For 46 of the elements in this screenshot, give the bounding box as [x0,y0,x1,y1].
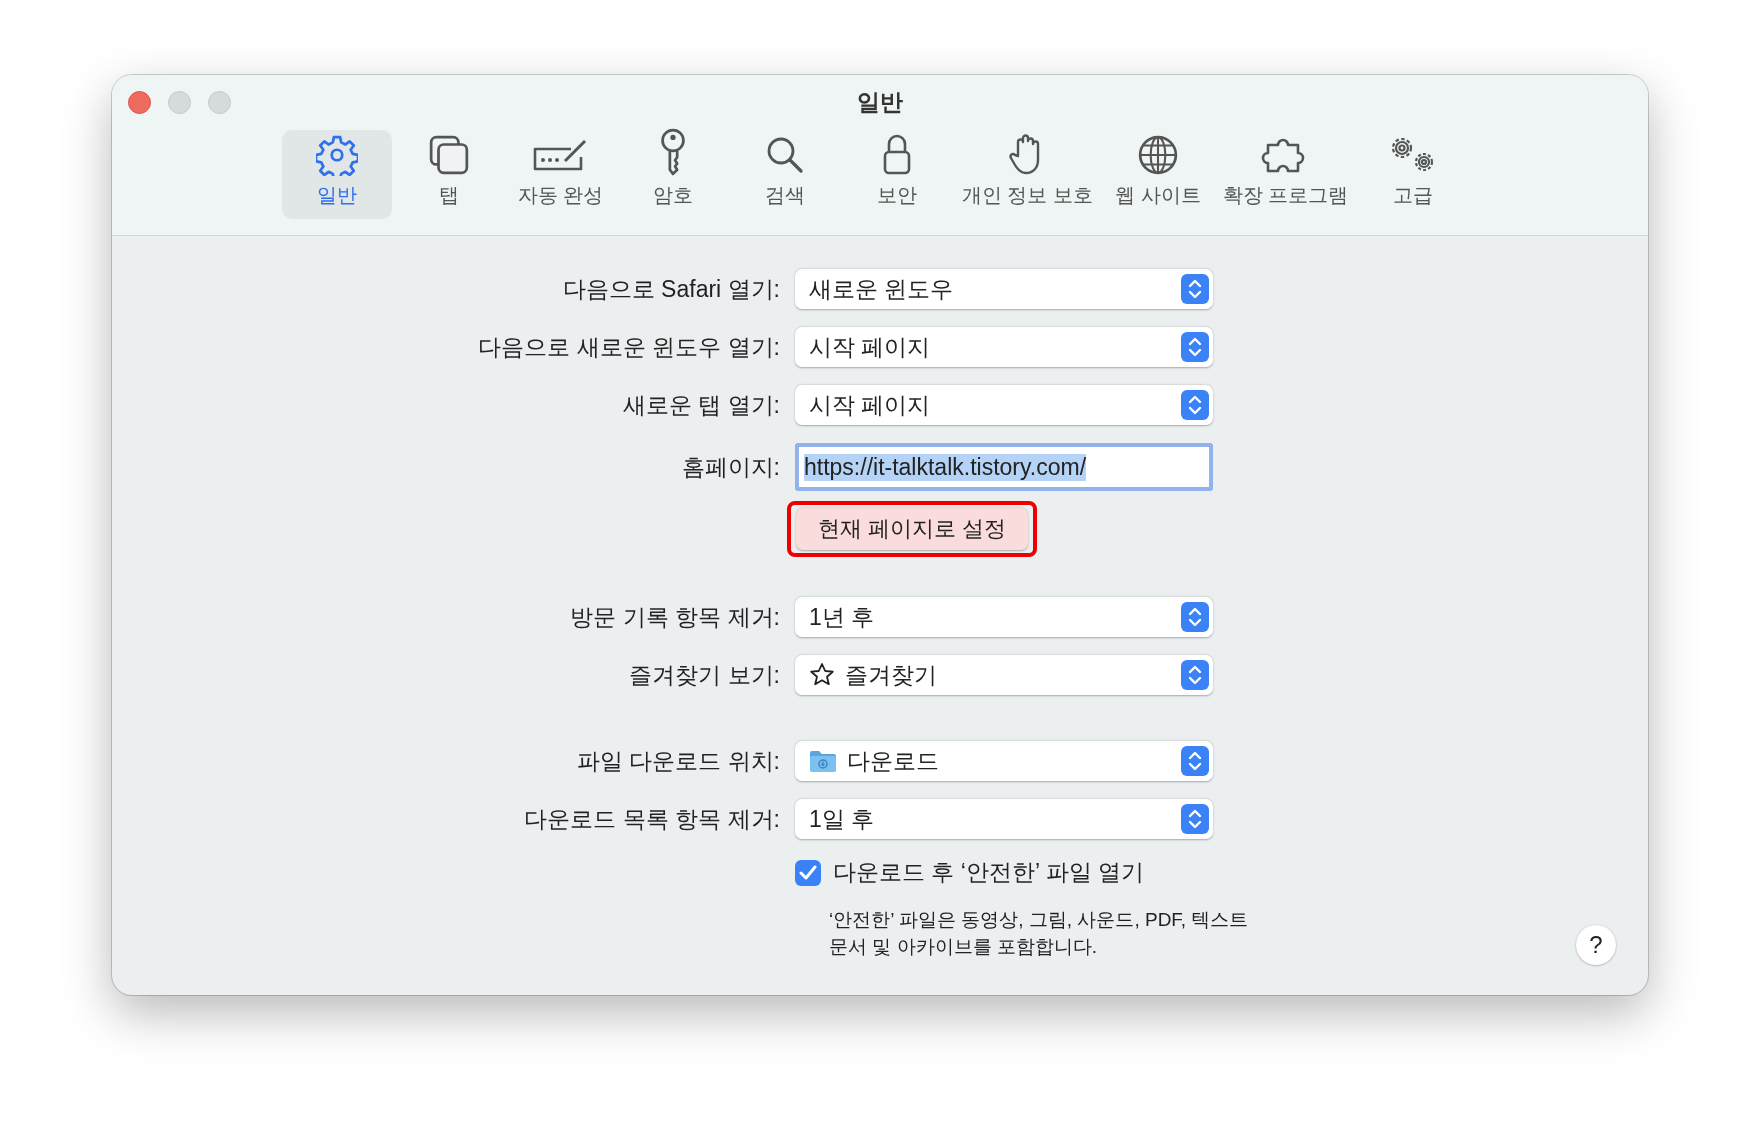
lock-icon [881,132,912,176]
popup-button[interactable]: 시작 페이지 [795,327,1213,367]
toolbar-tab[interactable]: 암호 [617,130,728,219]
set-page-button[interactable]: 현재 페이지로 설정 [796,508,1029,550]
field-label: 파일 다운로드 위치: [576,746,780,776]
stepper-icon [1181,602,1209,632]
gear-icon [315,134,358,176]
checkbox-label: 다운로드 후 ‘안전한’ 파일 열기 [833,858,1144,887]
toolbar-tab[interactable]: 확장 프로그램 [1214,130,1357,219]
field-label: 새로운 탭 열기: [622,390,780,420]
toolbar-tab[interactable]: 웹 사이트 [1102,130,1213,219]
folder-icon [809,749,837,773]
toolbar-tab[interactable]: 탭 [393,130,504,219]
popup-button[interactable]: 1년 후 [795,597,1213,637]
stepper-icon [1181,804,1209,834]
toolbar-tab[interactable]: 검색 [729,130,840,219]
window-title: 일반 [857,88,903,117]
stepper-icon [1181,390,1209,420]
field-label: 즐겨찾기 보기: [629,660,780,690]
toolbar-tab[interactable]: 보안 [841,130,952,219]
stepper-icon [1181,274,1209,304]
stepper-icon [1181,332,1209,362]
field-label: 다음으로 Safari 열기: [562,274,780,304]
close-button[interactable] [128,91,151,114]
stepper-icon [1181,746,1209,776]
help-text: ‘안전한’ 파일은 동영상, 그림, 사운드, PDF, 텍스트 문서 및 아카이브를 포함합니다. [828,908,1249,959]
toolbar-tab[interactable]: 일반 [281,130,392,219]
popup-button[interactable]: 1일 후 [795,799,1213,839]
stepper-icon [1181,660,1209,690]
toolbar-tab[interactable]: 고급 [1358,130,1469,219]
field-label: 방문 기록 항목 제거: [570,602,780,632]
field-label: 홈페이지: [681,452,780,482]
checkbox[interactable] [795,859,821,886]
popup-button[interactable]: 다운로드 [795,741,1213,781]
copy-icon [427,134,470,176]
popup-button[interactable]: 새로운 윈도우 [795,269,1213,309]
toolbar-tab[interactable]: 개인 정보 보호 [953,130,1101,219]
field-label: 다음으로 새로운 윈도우 열기: [478,332,780,362]
input-field[interactable]: https://it-talktalk.tistory.com/ [795,443,1213,491]
popup-button[interactable]: 시작 페이지 [795,385,1213,425]
globe-icon [1136,134,1179,176]
star-icon [809,662,835,688]
popup-button[interactable]: 즐겨찾기 [795,655,1213,695]
help-button[interactable]: ? [1576,925,1616,965]
field-label: 다운로드 목록 항목 제거: [524,804,780,834]
toolbar-tab[interactable]: 자동 완성 [505,130,616,219]
